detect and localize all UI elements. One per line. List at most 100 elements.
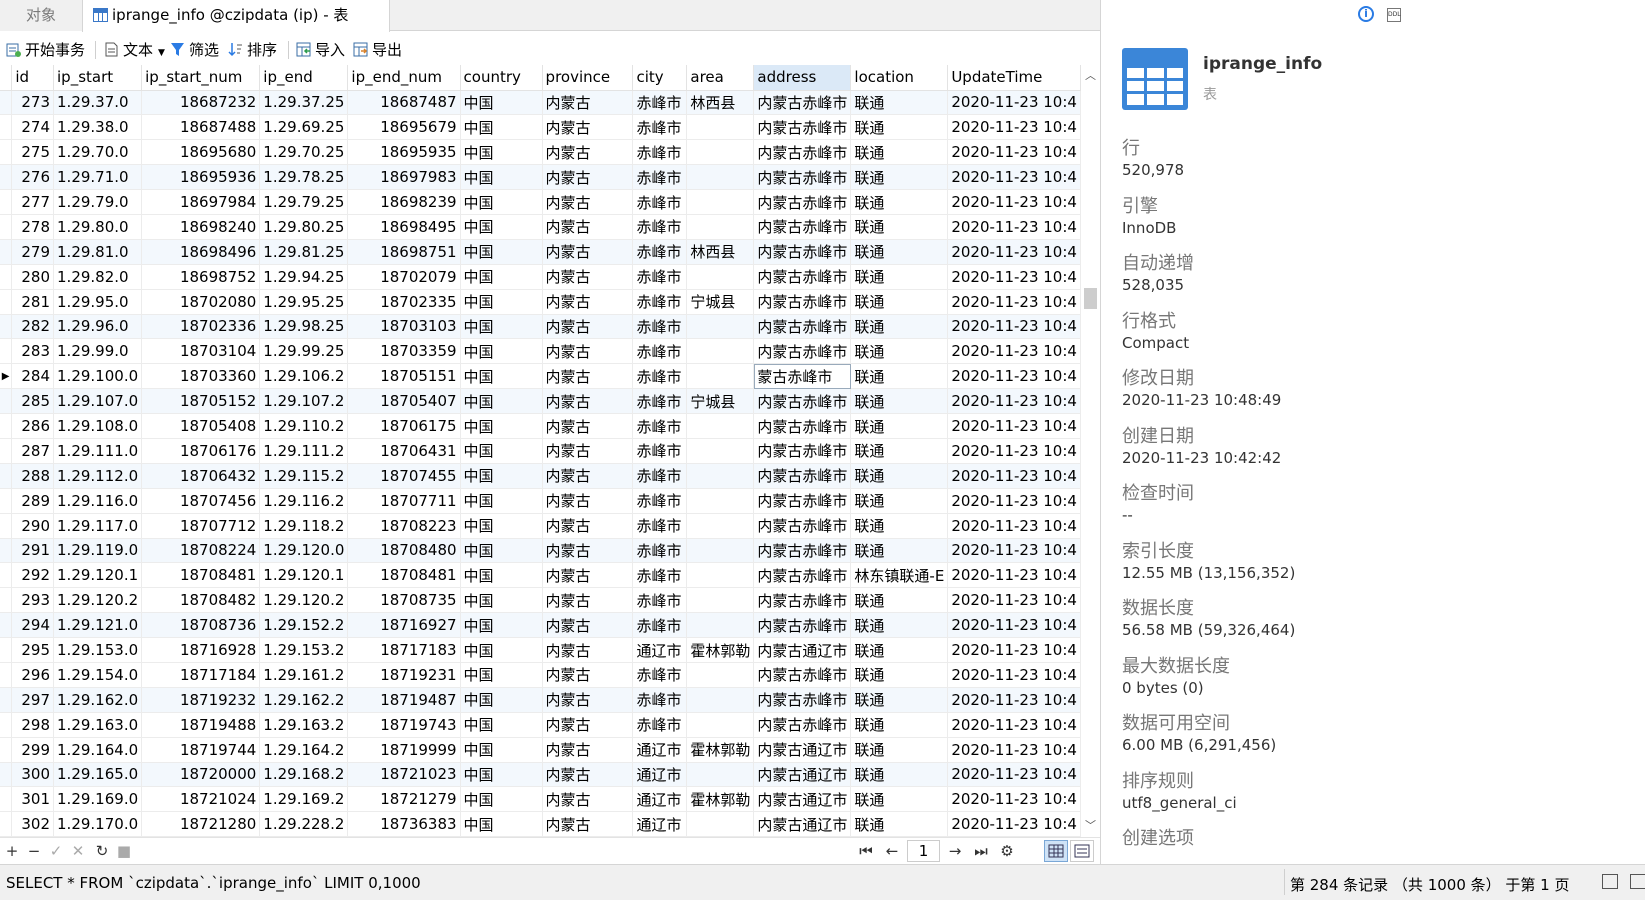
cell-country[interactable]: 中国 <box>460 363 543 390</box>
cell-id[interactable]: 299 <box>11 737 55 763</box>
cell-address[interactable]: 内蒙古赤峰市 <box>753 587 852 614</box>
cell-updatetime[interactable]: 2020-11-23 10:4 <box>947 786 1081 813</box>
table-row[interactable]: 297 1.29.162.0 18719232 1.29.162.2 18719487 中… <box>0 687 1081 713</box>
table-row[interactable]: ▶ 284 1.29.100.0 18703360 1.29.106.2 18705151… <box>0 363 1081 390</box>
cell-province[interactable]: 内蒙古 <box>542 413 634 439</box>
cell-ip_start[interactable]: 1.29.81.0 <box>53 239 143 265</box>
table-row[interactable]: 280 1.29.82.0 18698752 1.29.94.25 18702079 中国… <box>0 264 1081 290</box>
cell-province[interactable]: 内蒙古 <box>542 562 634 589</box>
cell-ip_start_num[interactable]: 18705408 <box>141 413 261 439</box>
cell-ip_end_num[interactable]: 18703359 <box>347 338 461 365</box>
cell-city[interactable]: 通辽市 <box>632 637 688 663</box>
cell-province[interactable]: 内蒙古 <box>542 662 634 688</box>
cell-area[interactable] <box>686 538 755 564</box>
scroll-up-arrow-icon[interactable]: ︿ <box>1081 67 1100 85</box>
apply-changes-button[interactable]: ✓ <box>46 841 66 861</box>
cell-area[interactable] <box>686 438 755 464</box>
cell-address[interactable]: 内蒙古通辽市 <box>753 762 852 788</box>
scroll-down-arrow-icon[interactable]: ﹀ <box>1081 817 1100 835</box>
cell-area[interactable] <box>686 463 755 489</box>
table-row[interactable]: 287 1.29.111.0 18706176 1.29.111.2 18706431 中… <box>0 438 1081 464</box>
cell-area[interactable]: 霍林郭勒 <box>686 637 755 663</box>
cell-ip_start[interactable]: 1.29.80.0 <box>53 214 143 240</box>
cell-address[interactable]: 内蒙古赤峰市 <box>753 662 852 688</box>
row-indicator[interactable] <box>0 786 13 813</box>
row-indicator[interactable] <box>0 562 13 589</box>
cell-address[interactable]: 蒙古赤峰市 <box>753 363 852 390</box>
cell-ip_end[interactable]: 1.29.120.0 <box>259 538 349 564</box>
cell-updatetime[interactable]: 2020-11-23 10:4 <box>947 189 1081 215</box>
cell-area[interactable] <box>686 413 755 439</box>
cell-country[interactable]: 中国 <box>460 289 543 315</box>
cell-ip_end_num[interactable]: 18697983 <box>347 164 461 191</box>
row-indicator[interactable] <box>0 488 13 514</box>
cell-id[interactable]: 298 <box>11 712 55 738</box>
cell-ip_end_num[interactable]: 18717183 <box>347 637 461 663</box>
cell-country[interactable]: 中国 <box>460 737 543 763</box>
prev-page-button[interactable]: ← <box>881 841 903 861</box>
cell-ip_end_num[interactable]: 18687487 <box>347 90 461 116</box>
cell-country[interactable]: 中国 <box>460 214 543 240</box>
cell-address[interactable]: 内蒙古赤峰市 <box>753 438 852 464</box>
cell-ip_start_num[interactable]: 18695680 <box>141 139 261 166</box>
cell-ip_start[interactable]: 1.29.70.0 <box>53 139 143 166</box>
row-indicator[interactable] <box>0 662 13 688</box>
cell-area[interactable] <box>686 562 755 589</box>
table-row[interactable]: 278 1.29.80.0 18698240 1.29.80.25 18698495 中国… <box>0 214 1081 240</box>
cell-ip_start_num[interactable]: 18721024 <box>141 786 261 813</box>
cell-ip_start[interactable]: 1.29.100.0 <box>53 363 143 390</box>
column-header-address[interactable]: address <box>753 65 852 91</box>
table-row[interactable]: 275 1.29.70.0 18695680 1.29.70.25 18695935 中国… <box>0 139 1081 166</box>
cell-location[interactable]: 联通 <box>850 90 949 116</box>
cell-ip_start[interactable]: 1.29.162.0 <box>53 687 143 713</box>
cell-area[interactable] <box>686 338 755 365</box>
row-indicator[interactable] <box>0 811 13 837</box>
cell-ip_end[interactable]: 1.29.99.25 <box>259 338 349 365</box>
cell-city[interactable]: 通辽市 <box>632 786 688 813</box>
cell-updatetime[interactable]: 2020-11-23 10:4 <box>947 239 1081 265</box>
cell-area[interactable]: 霍林郭勒 <box>686 737 755 763</box>
cell-ip_end_num[interactable]: 18708223 <box>347 513 461 539</box>
cell-updatetime[interactable]: 2020-11-23 10:4 <box>947 413 1081 439</box>
row-indicator[interactable] <box>0 388 13 415</box>
table-row[interactable]: 282 1.29.96.0 18702336 1.29.98.25 18703103 中国… <box>0 314 1081 340</box>
cell-city[interactable]: 赤峰市 <box>632 413 688 439</box>
cell-city[interactable]: 赤峰市 <box>632 338 688 365</box>
cell-ip_end_num[interactable]: 18707455 <box>347 463 461 489</box>
panel-toggle-icon[interactable] <box>1602 874 1618 889</box>
cell-area[interactable]: 宁城县 <box>686 289 755 315</box>
cell-id[interactable]: 275 <box>11 139 55 166</box>
stop-button[interactable]: ■ <box>114 841 134 861</box>
cell-province[interactable]: 内蒙古 <box>542 90 634 116</box>
cell-city[interactable]: 赤峰市 <box>632 139 688 166</box>
row-indicator[interactable] <box>0 239 13 265</box>
cell-province[interactable]: 内蒙古 <box>542 811 634 837</box>
cell-ip_start[interactable]: 1.29.111.0 <box>53 438 143 464</box>
cell-ip_start[interactable]: 1.29.108.0 <box>53 413 143 439</box>
cell-id[interactable]: 274 <box>11 114 55 141</box>
add-record-button[interactable]: + <box>2 841 22 861</box>
cell-address[interactable]: 内蒙古赤峰市 <box>753 562 852 589</box>
cell-location[interactable]: 联通 <box>850 189 949 215</box>
cell-ip_start[interactable]: 1.29.169.0 <box>53 786 143 813</box>
cell-ip_start_num[interactable]: 18695936 <box>141 164 261 191</box>
row-indicator[interactable] <box>0 513 13 539</box>
cell-address[interactable]: 内蒙古赤峰市 <box>753 413 852 439</box>
cell-location[interactable]: 联通 <box>850 737 949 763</box>
cell-province[interactable]: 内蒙古 <box>542 612 634 639</box>
cell-updatetime[interactable]: 2020-11-23 10:4 <box>947 164 1081 191</box>
cell-location[interactable]: 联通 <box>850 463 949 489</box>
cell-updatetime[interactable]: 2020-11-23 10:4 <box>947 214 1081 240</box>
cell-country[interactable]: 中国 <box>460 264 543 290</box>
cell-address[interactable]: 内蒙古赤峰市 <box>753 538 852 564</box>
cell-ip_start_num[interactable]: 18698240 <box>141 214 261 240</box>
cell-location[interactable]: 联通 <box>850 388 949 415</box>
cell-location[interactable]: 联通 <box>850 637 949 663</box>
cell-country[interactable]: 中国 <box>460 712 543 738</box>
cell-ip_start_num[interactable]: 18707712 <box>141 513 261 539</box>
delete-record-button[interactable]: − <box>24 841 44 861</box>
cell-city[interactable]: 赤峰市 <box>632 114 688 141</box>
cell-ip_start[interactable]: 1.29.99.0 <box>53 338 143 365</box>
import-button[interactable]: 导入 <box>296 39 345 61</box>
table-row[interactable]: 283 1.29.99.0 18703104 1.29.99.25 18703359 中国… <box>0 338 1081 365</box>
